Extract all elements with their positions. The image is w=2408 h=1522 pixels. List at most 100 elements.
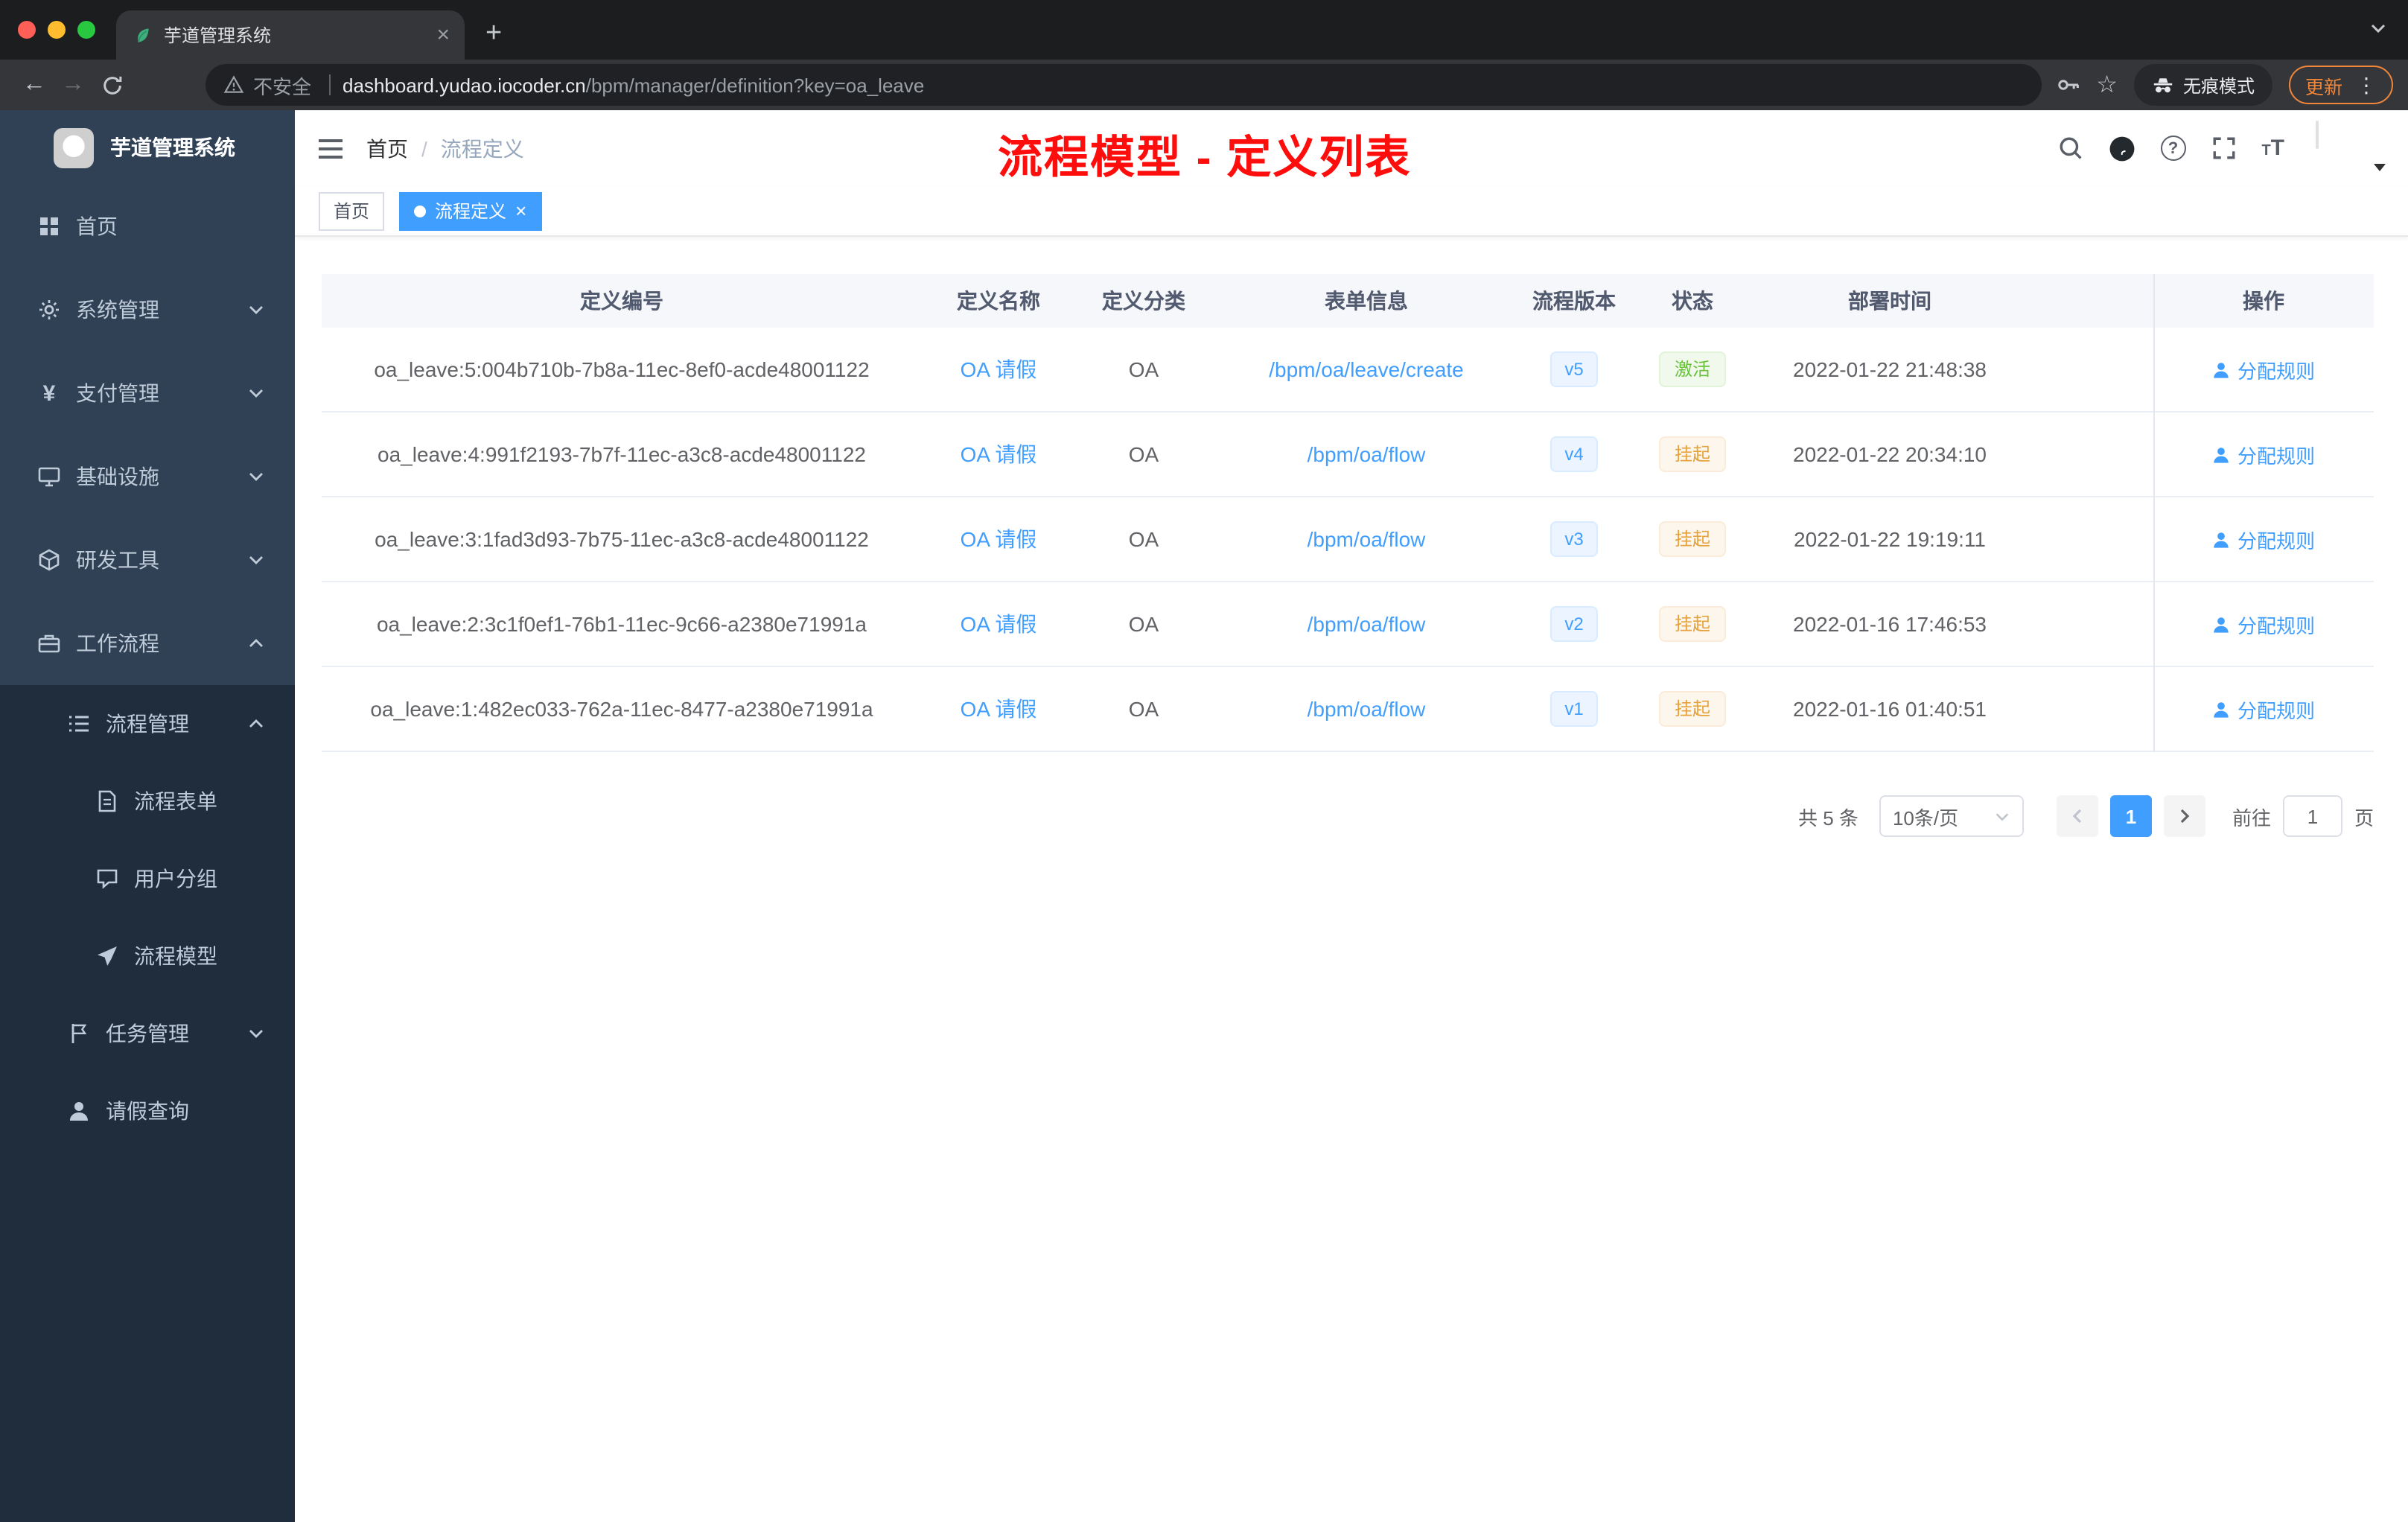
not-secure-warning-icon — [223, 74, 244, 95]
col-form-info: 表单信息 — [1325, 289, 1408, 313]
page-size-select[interactable]: 10条/页 — [1879, 795, 2024, 837]
goto-label: 前往 — [2232, 806, 2271, 829]
sidebar-item-label: 首页 — [76, 214, 118, 238]
sidebar-item-label: 系统管理 — [76, 298, 159, 322]
form-link[interactable]: /bpm/oa/flow — [1212, 612, 1520, 636]
tab-search-chevron-icon[interactable] — [2369, 19, 2387, 37]
sidebar-item-home[interactable]: 首页 — [0, 185, 295, 268]
sidebar-submenu: 流程管理 流程表单 用户分组 流程模型 任务管理 请假查询 — [0, 685, 295, 1150]
assign-rule-link[interactable]: 分配规则 — [2212, 610, 2315, 638]
form-link[interactable]: /bpm/oa/flow — [1212, 442, 1520, 466]
definition-name-link[interactable]: OA 请假 — [922, 524, 1075, 554]
sidebar-collapse-button[interactable] — [295, 136, 366, 160]
flag-icon — [71, 1024, 87, 1043]
cell-deploy-time: 2022-01-16 01:40:51 — [1793, 697, 1987, 721]
sidebar-item-process-model[interactable]: 流程模型 — [0, 917, 295, 995]
window-zoom-button[interactable] — [77, 21, 95, 39]
breadcrumb-current: 流程定义 — [440, 136, 524, 160]
prev-page-button[interactable] — [2056, 795, 2098, 837]
window-close-button[interactable] — [18, 21, 36, 39]
tag-close-icon[interactable]: × — [515, 201, 526, 220]
version-tag: v1 — [1549, 691, 1599, 727]
chat-group-icon — [97, 869, 118, 889]
bookmark-star-icon[interactable]: ☆ — [2096, 70, 2118, 100]
goto-page-input[interactable] — [2282, 795, 2342, 837]
tag-home[interactable]: 首页 — [319, 191, 385, 230]
user-avatar[interactable] — [2316, 120, 2386, 175]
fullscreen-icon[interactable] — [2211, 136, 2236, 161]
table-header-row: 定义编号 定义名称 定义分类 表单信息 流程版本 状态 部署时间 操作 — [322, 274, 2374, 328]
assign-rule-link[interactable]: 分配规则 — [2212, 525, 2315, 553]
chevron-up-icon — [247, 715, 265, 733]
font-size-icon[interactable]: TT — [2261, 136, 2284, 161]
col-actions: 操作 — [2243, 289, 2284, 313]
version-tag: v2 — [1549, 606, 1599, 642]
github-icon[interactable] — [2108, 135, 2135, 162]
gear-icon — [39, 300, 59, 319]
sidebar-item-user-group[interactable]: 用户分组 — [0, 840, 295, 917]
sidebar-item-label: 请假查询 — [106, 1099, 189, 1123]
browser-menu-icon[interactable]: ⋮ — [2356, 72, 2377, 98]
tag-process-definition[interactable]: 流程定义 × — [399, 191, 542, 230]
address-divider — [329, 74, 331, 95]
form-link[interactable]: /bpm/oa/leave/create — [1212, 357, 1520, 381]
new-tab-button[interactable]: + — [485, 19, 502, 48]
update-label: 更新 — [2305, 77, 2342, 98]
address-bar[interactable]: 不安全 dashboard.yudao.iocoder.cn/bpm/manag… — [206, 64, 2042, 106]
monitor-icon — [38, 467, 60, 487]
cell-deploy-time: 2022-01-16 17:46:53 — [1793, 612, 1987, 636]
breadcrumb-home[interactable]: 首页 — [366, 133, 408, 163]
sidebar-item-label: 流程表单 — [134, 789, 217, 813]
app-logo[interactable]: 芋道管理系统 — [0, 110, 295, 185]
chrome-update-chip[interactable]: 更新 ⋮ — [2288, 66, 2393, 104]
definition-name-link[interactable]: OA 请假 — [922, 439, 1075, 469]
version-tag: v4 — [1549, 436, 1599, 472]
sidebar-top-block: 芋道管理系统 首页 系统管理 ¥ 支付管理 基础设施 研发工具 工作流程 — [0, 110, 295, 685]
tab-close-icon[interactable]: × — [436, 24, 450, 46]
logo-avatar — [54, 127, 94, 168]
cell-definition-id: oa_leave:3:1fad3d93-7b75-11ec-a3c8-acde4… — [375, 527, 869, 551]
sidebar-item-infrastructure[interactable]: 基础设施 — [0, 435, 295, 518]
sidebar-item-process-manage[interactable]: 流程管理 — [0, 685, 295, 762]
definition-name-link[interactable]: OA 请假 — [922, 694, 1075, 724]
sidebar-item-payment[interactable]: ¥ 支付管理 — [0, 351, 295, 435]
col-status: 状态 — [1672, 289, 1713, 313]
avatar-image — [2316, 120, 2319, 148]
user-icon — [2214, 532, 2229, 547]
cell-deploy-time: 2022-01-22 19:19:11 — [1794, 527, 1986, 551]
sidebar-item-workflow[interactable]: 工作流程 — [0, 602, 295, 685]
reload-button[interactable] — [92, 66, 131, 104]
sidebar-item-leave-query[interactable]: 请假查询 — [0, 1072, 295, 1150]
definition-name-link[interactable]: OA 请假 — [922, 609, 1075, 639]
assign-rule-link[interactable]: 分配规则 — [2212, 355, 2315, 383]
chevron-down-icon — [1994, 808, 2010, 824]
password-key-icon[interactable] — [2056, 73, 2080, 97]
page-unit-label: 页 — [2354, 806, 2374, 829]
sidebar-item-task-manage[interactable]: 任务管理 — [0, 995, 295, 1072]
sidebar-item-process-form[interactable]: 流程表单 — [0, 762, 295, 840]
search-icon[interactable] — [2057, 136, 2083, 161]
chevron-down-icon — [247, 384, 265, 402]
sidebar-item-label: 支付管理 — [76, 381, 159, 405]
chevron-up-icon — [247, 634, 265, 652]
assign-rule-link[interactable]: 分配规则 — [2212, 440, 2315, 468]
forward-button[interactable]: → — [54, 66, 92, 104]
url-text[interactable]: dashboard.yudao.iocoder.cn/bpm/manager/d… — [343, 74, 924, 96]
window-minimize-button[interactable] — [48, 21, 66, 39]
sidebar-item-system[interactable]: 系统管理 — [0, 268, 295, 351]
definition-name-link[interactable]: OA 请假 — [922, 354, 1075, 384]
form-link[interactable]: /bpm/oa/flow — [1212, 697, 1520, 721]
next-page-button[interactable] — [2163, 795, 2205, 837]
url-domain: dashboard.yudao.iocoder.cn — [343, 74, 586, 96]
assign-rule-link[interactable]: 分配规则 — [2212, 695, 2315, 723]
security-label[interactable]: 不安全 — [253, 71, 311, 99]
browser-tab[interactable]: 芋道管理系统 × — [116, 10, 465, 60]
help-icon[interactable]: ? — [2160, 136, 2186, 161]
chevron-down-icon — [247, 301, 265, 319]
back-button[interactable]: ← — [15, 66, 54, 104]
sidebar-item-devtools[interactable]: 研发工具 — [0, 518, 295, 602]
current-page-button[interactable]: 1 — [2109, 795, 2152, 837]
screen: 芋道管理系统 × + ← → 不安全 dashboard.yudao.iocod… — [0, 0, 2408, 1522]
cell-category: OA — [1128, 442, 1159, 466]
form-link[interactable]: /bpm/oa/flow — [1212, 527, 1520, 551]
